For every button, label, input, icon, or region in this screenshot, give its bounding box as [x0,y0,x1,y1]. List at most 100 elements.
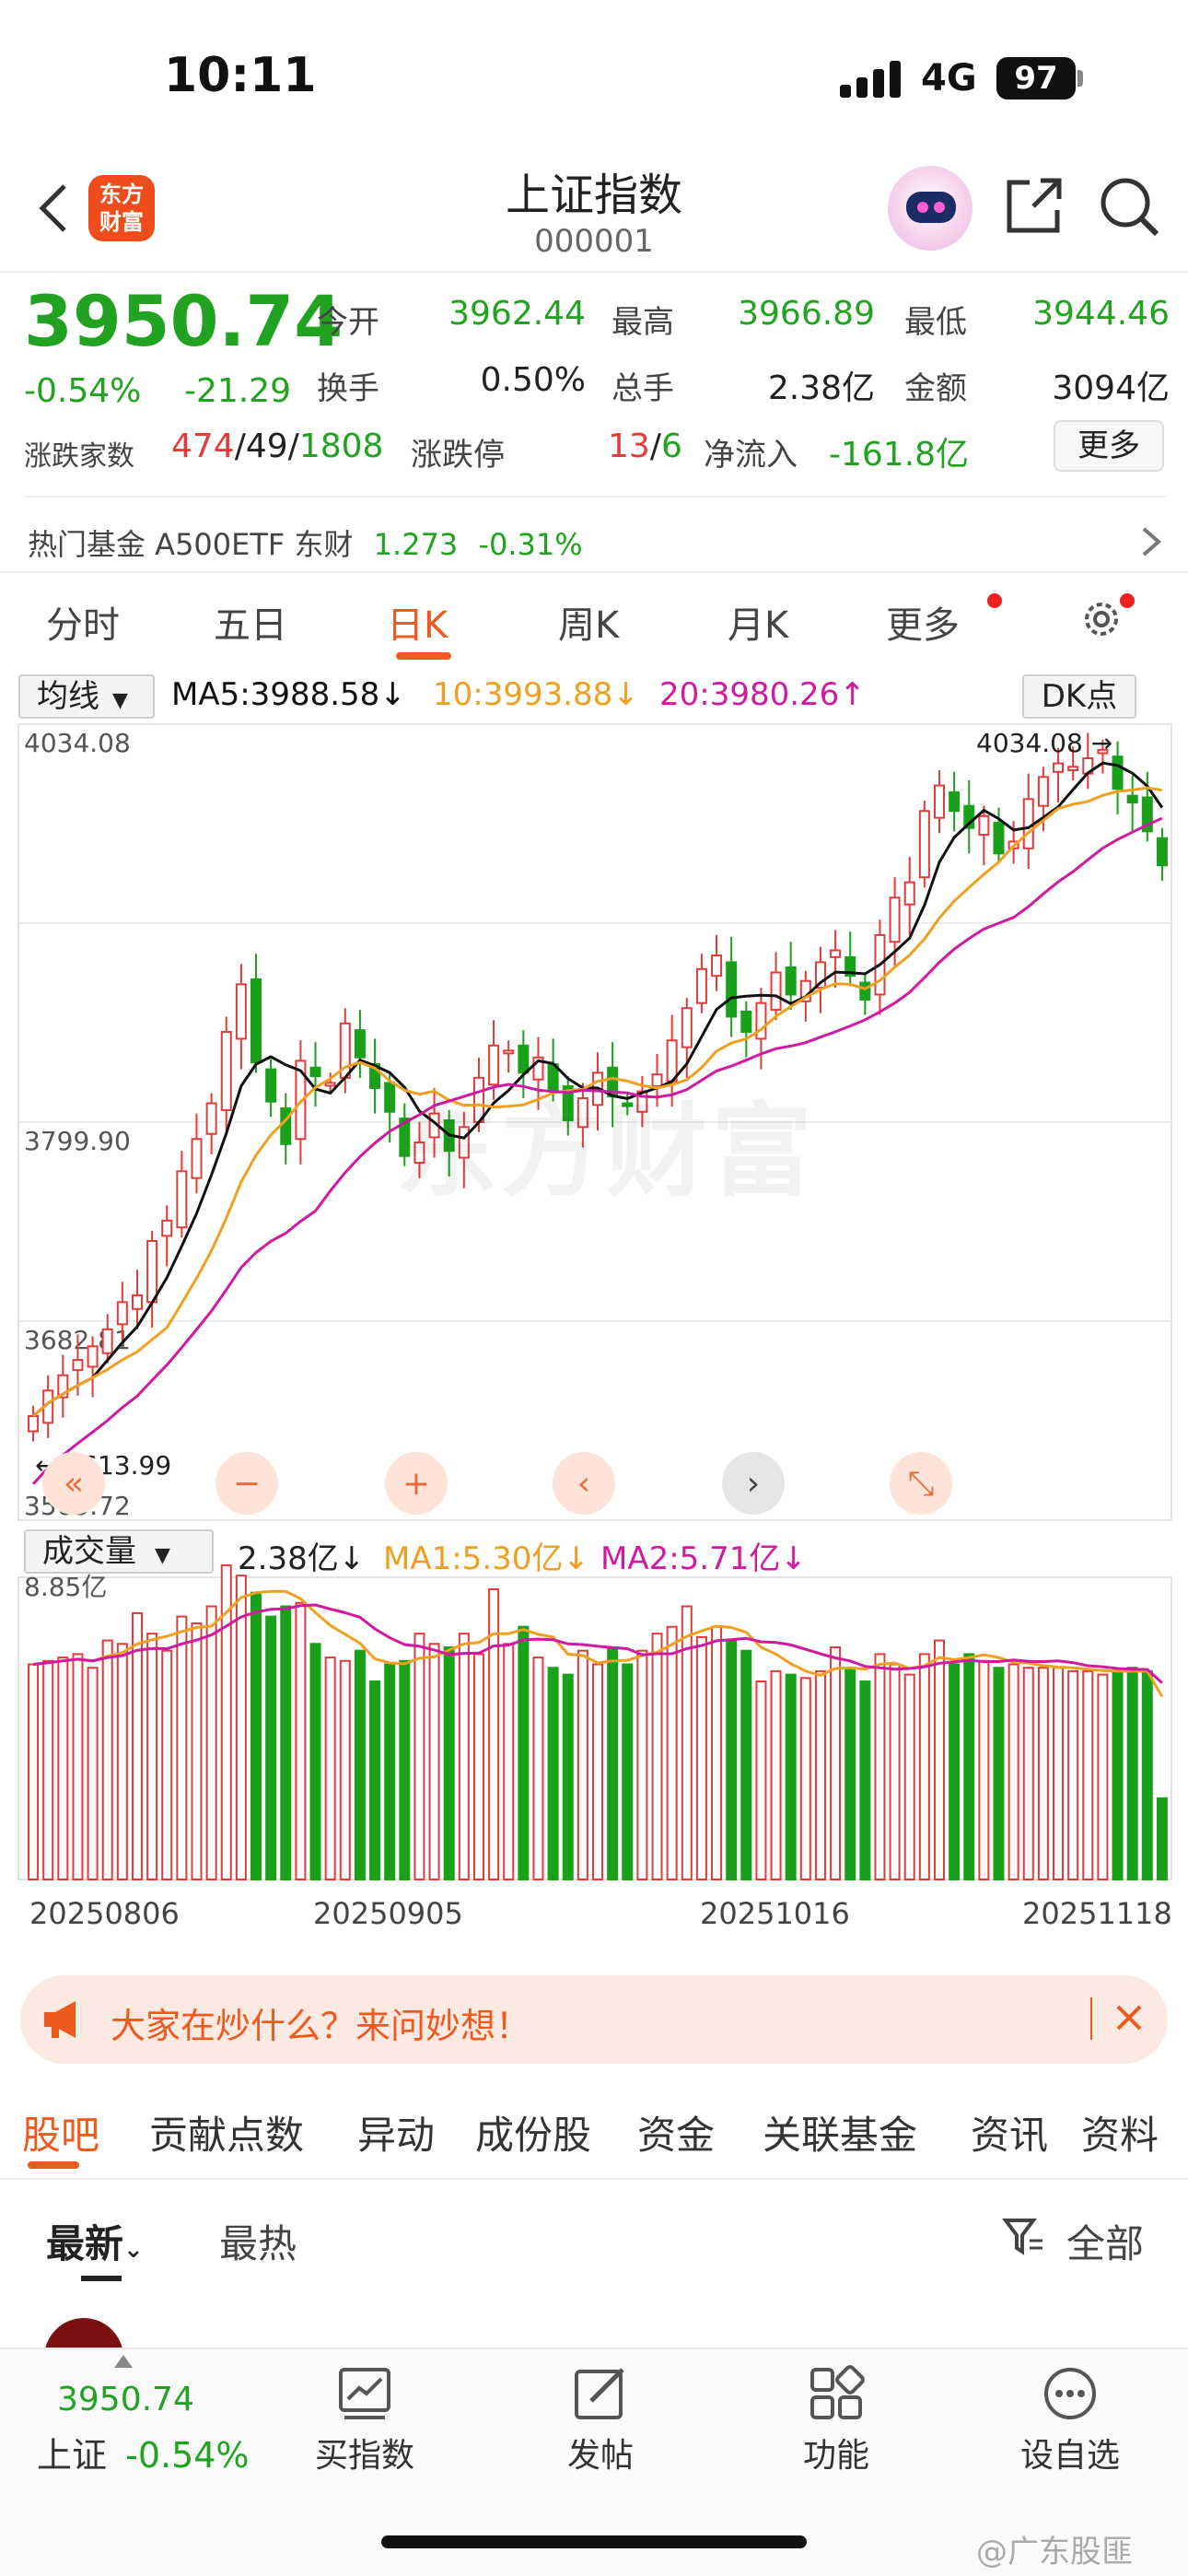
candle-up [72,1359,84,1372]
candle-down [1126,794,1138,804]
candle-down [384,1082,396,1113]
chart-nav-button[interactable]: ‹ [553,1452,615,1515]
volume-bar-up [146,1633,158,1880]
volume-bar-up [1007,1663,1019,1880]
kline-chart[interactable]: 4034.083799.903682.813565.724034.08 →← 3… [0,719,1188,1962]
candle-up [770,971,782,1012]
chart-nav-button[interactable]: ⤡ [890,1452,952,1515]
volume-max-label: 8.85亿 [24,1572,107,1602]
volume-bar-down [443,1645,455,1881]
functions-button[interactable]: 功能 [753,2429,919,2476]
candle-up [116,1301,128,1326]
volume-bar-up [651,1633,663,1880]
volume-bar-up [755,1680,767,1880]
bottom-price[interactable]: 3950.74 [57,2381,194,2418]
low-label: 最低 [904,304,967,341]
feed-tab-latest-label: 最新 [46,2221,124,2266]
x-axis-label: 20251016 [700,1896,850,1931]
tab-news[interactable]: 资讯 [971,2104,1048,2160]
tab-more[interactable]: 更多 [886,595,960,649]
active-subtab-indicator [28,2161,79,2169]
volume-selector[interactable]: 成交量 ▼ [24,1529,214,1574]
candle-down [265,1068,277,1103]
filter-all[interactable]: 全部 [1066,2213,1144,2269]
candle-up [235,983,247,1040]
grid-functions-icon[interactable] [807,2364,866,2423]
chevron-right-icon[interactable] [1140,525,1164,558]
tab-daily-k[interactable]: 日K [387,595,448,649]
candle-up [220,1031,232,1111]
add-watchlist-button[interactable]: 设自选 [987,2429,1153,2476]
candle-down [250,978,262,1064]
volume-bar-up [324,1657,336,1881]
tab-intraday[interactable]: 分时 [46,595,120,649]
tab-movement[interactable]: 异动 [357,2104,435,2160]
volume-bar-down [1112,1669,1124,1880]
volume-bar-up [830,1645,842,1881]
tab-contribution[interactable]: 贡献点数 [149,2104,304,2160]
quote-divider [24,496,1166,498]
gear-icon[interactable] [1077,595,1125,643]
tab-related-funds[interactable]: 关联基金 [763,2104,917,2160]
nav-button-label: + [402,1465,430,1503]
share-icon[interactable] [1004,175,1065,236]
dk-point-button[interactable]: DK点 [1022,674,1136,719]
bottom-index-label[interactable]: 上证 -0.54% [37,2427,250,2477]
feed-tab-hot[interactable]: 最热 [219,2213,297,2269]
post-button[interactable]: 发帖 [518,2429,683,2476]
tab-constituents[interactable]: 成份股 [475,2104,591,2160]
volume-selector-label: 成交量 [42,1533,136,1570]
volume-bar-up [1053,1667,1065,1881]
chart-nav-button[interactable]: + [385,1452,448,1515]
ma-selector[interactable]: 均线 ▼ [18,674,155,719]
candle-up [830,949,842,958]
volume-bar-down [859,1680,871,1880]
volume-bar-up [131,1611,143,1881]
nav-button-label: « [64,1465,84,1503]
tab-five-day[interactable]: 五日 [214,595,287,649]
tab-capital[interactable]: 资金 [637,2104,715,2160]
amount-label: 金额 [904,370,967,407]
chart-nav-button[interactable]: − [215,1452,278,1515]
volume-bar-down [250,1591,262,1880]
volume-bar-up [532,1657,544,1881]
volume-bar-up [933,1639,945,1880]
breadth-down: 1808 [298,427,384,465]
dropdown-arrow-icon: ▼ [112,689,128,712]
chart-nav-button[interactable]: « [42,1452,105,1515]
candle-down [859,981,871,1001]
tab-weekly-k[interactable]: 周K [558,595,619,649]
chart-line-icon[interactable] [335,2364,394,2423]
edit-post-icon[interactable] [571,2364,630,2423]
volume-bar-down [726,1639,738,1880]
tab-profile[interactable]: 资料 [1081,2104,1159,2160]
tab-forum[interactable]: 股吧 [22,2104,99,2160]
home-indicator[interactable] [381,2535,807,2548]
candle-up [1037,776,1049,807]
more-quote-button[interactable]: 更多 [1054,420,1164,472]
search-icon[interactable] [1098,175,1160,238]
candle-up [146,1239,158,1304]
candle-up [1053,762,1065,773]
volume-bar-up [472,1653,484,1880]
more-dots-icon[interactable] [1041,2364,1100,2423]
chart-nav-button[interactable]: › [722,1452,785,1515]
filter-icon[interactable] [1002,2215,1044,2257]
close-icon[interactable] [1111,1999,1147,2036]
x-axis-label: 20250905 [313,1896,463,1931]
buy-index-button[interactable]: 买指数 [282,2429,448,2476]
candle-up [1067,766,1079,771]
caret-up-icon[interactable] [114,2355,133,2368]
x-axis-label: 20251118 [1022,1896,1172,1931]
candle-up [503,1049,515,1055]
ma5-value: MA5:3988.58↓ [171,676,406,713]
volume-bar-down [963,1653,975,1880]
feed-tab-latest[interactable]: 最新⌄ [46,2213,144,2269]
notification-dot [987,593,1002,608]
hot-fund-row[interactable]: 热门基金 A500ETF 东财 1.273 -0.31% [28,521,583,564]
tab-monthly-k[interactable]: 月K [728,595,788,649]
volume-bar-down [1156,1797,1168,1881]
candle-up [131,1294,143,1310]
high-annotation: 4034.08 → [976,728,1112,758]
header-divider [0,271,1188,273]
